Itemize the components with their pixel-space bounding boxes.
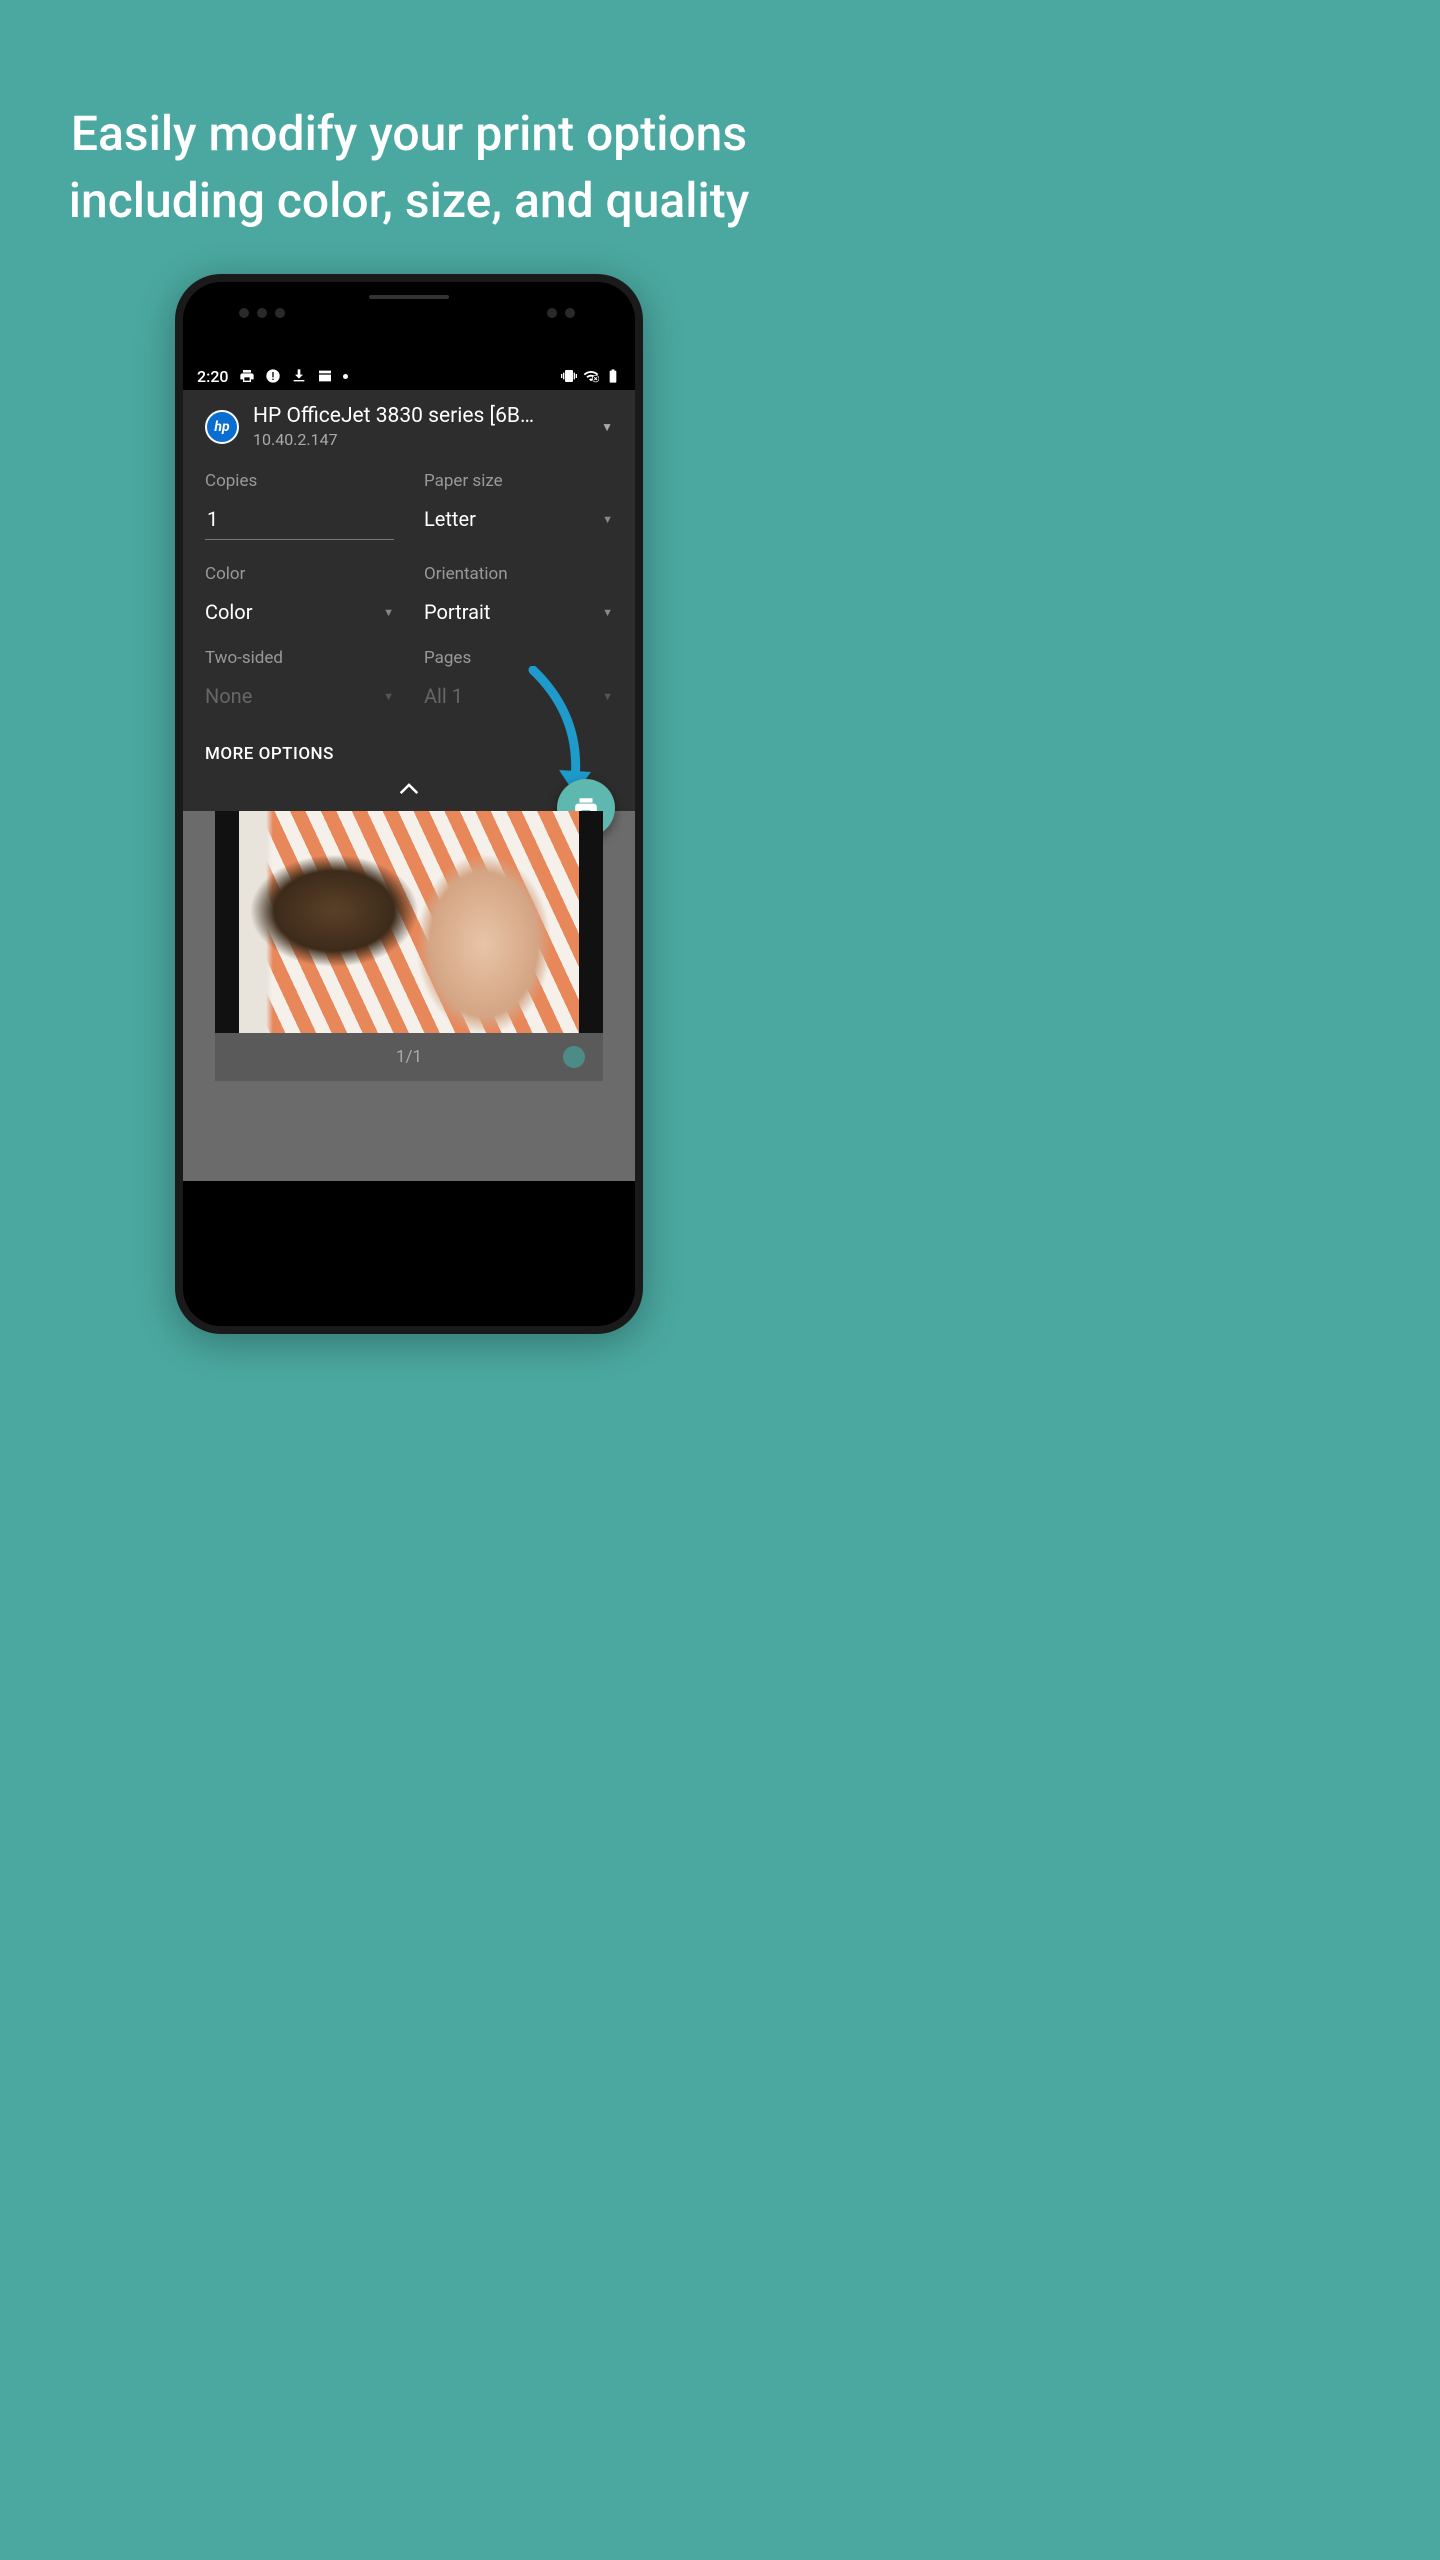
- printer-name: HP OfficeJet 3830 series [6B…: [253, 404, 587, 428]
- battery-icon: [605, 368, 621, 384]
- more-options-button[interactable]: MORE OPTIONS: [205, 720, 613, 780]
- chevron-up-icon: [399, 783, 419, 795]
- camera-dots-right: [547, 308, 575, 318]
- color-label: Color: [205, 564, 394, 584]
- calendar-icon: [317, 368, 333, 384]
- android-nav-bar: [183, 1258, 635, 1326]
- paper-size-dropdown[interactable]: Letter▼: [424, 507, 613, 531]
- promo-headline: Easily modify your print options includi…: [0, 0, 818, 274]
- printer-selector[interactable]: hp HP OfficeJet 3830 series [6B… 10.40.2…: [205, 404, 613, 459]
- chevron-down-icon: ▼: [601, 420, 613, 434]
- download-icon: [291, 368, 307, 384]
- orientation-label: Orientation: [424, 564, 613, 584]
- alert-icon: [265, 368, 281, 384]
- print-preview-area: 1/1: [183, 811, 635, 1181]
- two-sided-dropdown[interactable]: None▼: [205, 684, 394, 708]
- printer-notification-icon: [239, 368, 255, 384]
- pages-label: Pages: [424, 648, 613, 668]
- page-selected-check-icon[interactable]: [563, 1046, 585, 1068]
- android-status-bar: 2:20: [183, 362, 635, 390]
- page-preview[interactable]: 1/1: [215, 811, 603, 1081]
- chevron-down-icon: ▼: [602, 606, 613, 619]
- print-options-panel: hp HP OfficeJet 3830 series [6B… 10.40.2…: [183, 390, 635, 811]
- preview-photo: [239, 811, 579, 1033]
- pages-dropdown[interactable]: All 1▼: [424, 684, 613, 708]
- color-dropdown[interactable]: Color▼: [205, 600, 394, 624]
- status-time: 2:20: [197, 367, 229, 386]
- copies-label: Copies: [205, 471, 394, 491]
- camera-dots-left: [239, 308, 285, 318]
- vibrate-icon: [561, 368, 577, 384]
- orientation-dropdown[interactable]: Portrait▼: [424, 600, 613, 624]
- two-sided-label: Two-sided: [205, 648, 394, 668]
- chevron-down-icon: ▼: [383, 690, 394, 703]
- wifi-icon: [583, 368, 599, 384]
- chevron-down-icon: ▼: [602, 690, 613, 703]
- phone-device-frame: 2:20 hp HP OfficeJet: [175, 274, 643, 1334]
- phone-speaker: [369, 295, 449, 299]
- copies-input[interactable]: 1: [205, 507, 394, 540]
- collapse-panel-handle[interactable]: [205, 780, 613, 811]
- paper-size-label: Paper size: [424, 471, 613, 491]
- printer-ip: 10.40.2.147: [253, 430, 587, 449]
- page-indicator: 1/1: [396, 1047, 422, 1067]
- chevron-down-icon: ▼: [602, 513, 613, 526]
- chevron-down-icon: ▼: [383, 606, 394, 619]
- hp-logo-icon: hp: [205, 410, 239, 444]
